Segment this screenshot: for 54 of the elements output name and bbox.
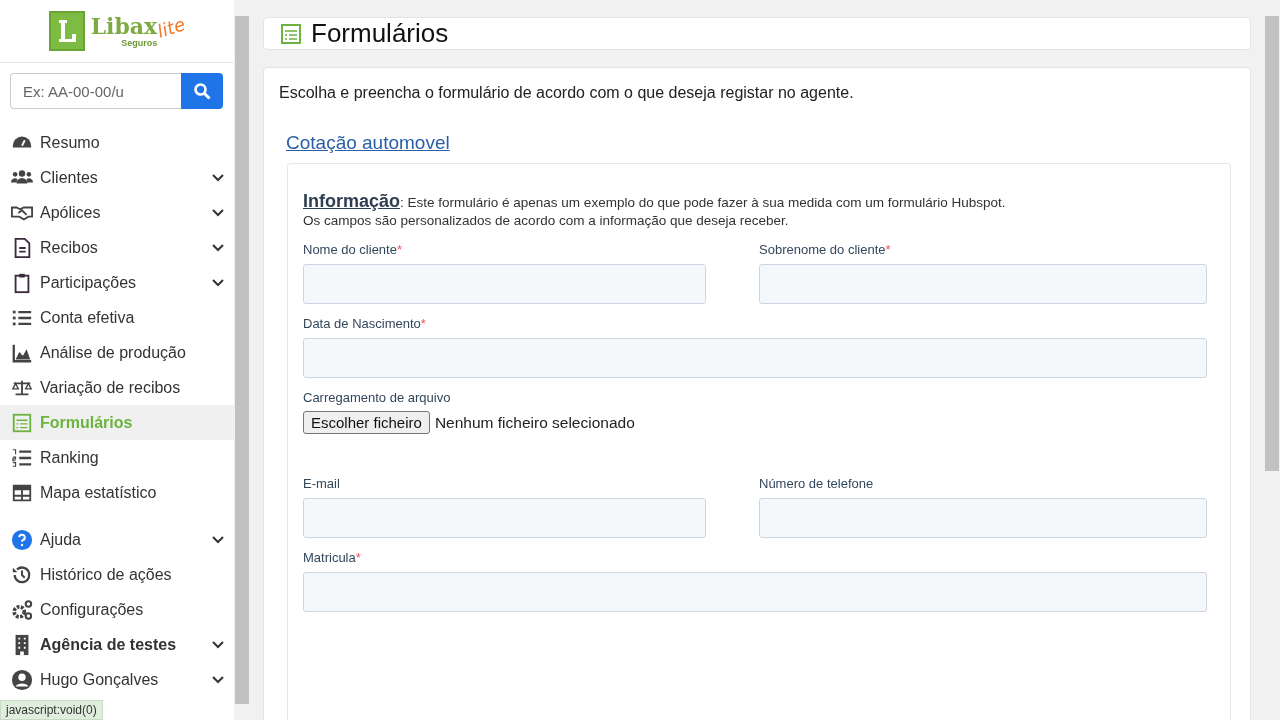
file-status: Nenhum ficheiro selecionado (434, 413, 635, 432)
input-field[interactable] (303, 498, 706, 538)
sidebar-item[interactable]: Conta efetiva (0, 300, 234, 335)
sidebar-item[interactable]: Configurações (0, 592, 234, 627)
chevron-down-icon[interactable] (212, 640, 224, 649)
input-field[interactable] (303, 264, 706, 304)
logo-name: Libax (90, 14, 158, 38)
sidebar-item[interactable]: Variação de recibos (0, 370, 234, 405)
sidebar-item[interactable]: Histórico de ações (0, 557, 234, 592)
input-field[interactable] (759, 498, 1207, 538)
sidebar-item-icon (10, 598, 34, 621)
sidebar-item[interactable]: Ranking (0, 440, 234, 475)
sidebar-item[interactable]: Ajuda (0, 522, 234, 557)
input-field[interactable] (303, 572, 1207, 612)
chevron-down-icon[interactable] (212, 173, 224, 182)
sidebar-item-icon (10, 411, 34, 434)
sidebar-item[interactable]: Análise de produção (0, 335, 234, 370)
sidebar-item[interactable]: Mapa estatístico (0, 475, 234, 510)
logo-mark-icon (48, 11, 85, 51)
sidebar-item[interactable]: Recibos (0, 230, 234, 265)
input-field[interactable] (759, 264, 1207, 304)
chevron-down-icon[interactable] (212, 675, 224, 684)
form-description: Informação: Este formulário é apenas um exemplo do que pode fazer à sua medida com um formulário Hubspot. Os campos são personalizados de acordo com a informação que deseja receber. (303, 192, 1007, 230)
sidebar-item-icon (10, 668, 34, 691)
page-title: Formulários (311, 18, 449, 49)
chevron-down-icon[interactable] (212, 535, 224, 544)
sidebar-item[interactable]: Resumo (0, 125, 234, 160)
field-label: Carregamento de arquivo (303, 390, 452, 405)
field-label: E-mail (303, 476, 341, 491)
field-label: Nome do cliente* (303, 242, 403, 257)
sidebar-item-icon (10, 446, 34, 469)
chevron-down-icon[interactable] (212, 243, 224, 252)
search-field[interactable]: Ex: AA-00-00/u (10, 73, 181, 109)
input-field[interactable] (303, 338, 1207, 378)
field-label: Matricula* (303, 550, 362, 565)
choose-file-button[interactable]: Escolher ficheiro (303, 411, 430, 434)
sidebar-item[interactable]: Hugo Gonçalves (0, 662, 234, 697)
logo-tagline: Seguros (121, 38, 158, 48)
form-link[interactable]: Cotação automovel (286, 132, 450, 154)
search-icon (193, 82, 211, 100)
form-icon (279, 21, 303, 46)
chevron-down-icon[interactable] (212, 208, 224, 217)
search-button[interactable] (181, 73, 223, 109)
intro-text: Escolha e preencha o formulário de acordo com o que deseja registar no agente. (279, 84, 855, 102)
sidebar-item[interactable]: Clientes (0, 160, 234, 195)
field-label: Data de Nascimento* (303, 316, 427, 331)
sidebar-item[interactable]: Participações (0, 265, 234, 300)
sidebar-item[interactable]: Agência de testes (0, 627, 234, 662)
field-label: Sobrenome do cliente* (759, 242, 892, 257)
sidebar-item[interactable]: Apólices (0, 195, 234, 230)
sidebar-item-icon (10, 528, 34, 551)
status-bar: javascript:void(0) (0, 700, 103, 720)
field-label: Número de telefone (759, 476, 875, 491)
chevron-down-icon[interactable] (212, 278, 224, 287)
